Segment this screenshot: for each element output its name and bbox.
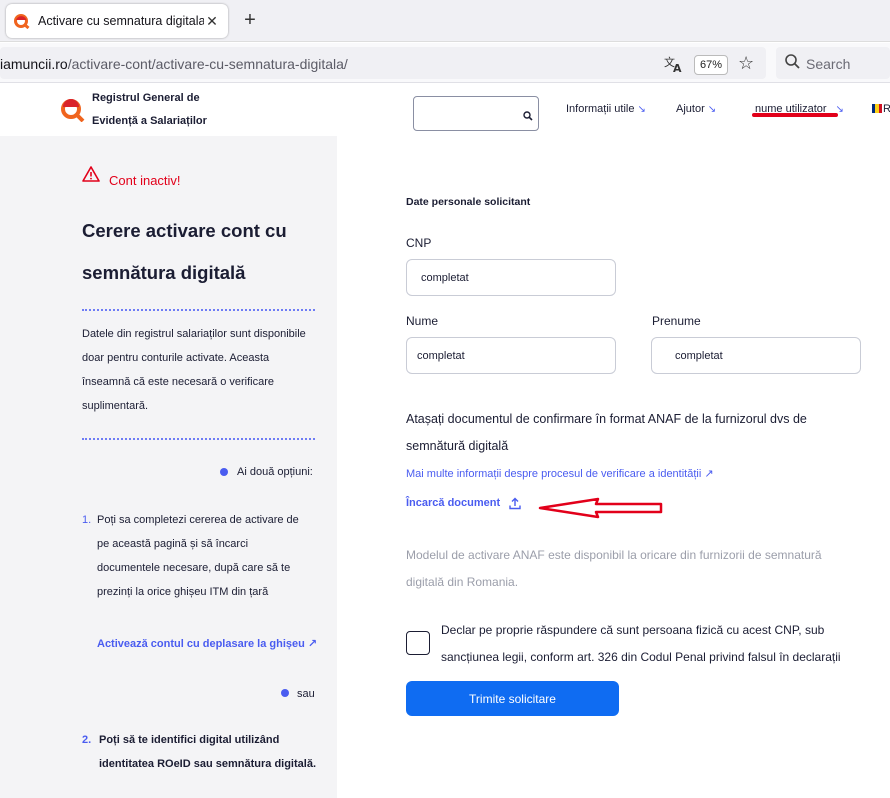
address-text: iamuncii.ro/activare-cont/activare-cu-se… xyxy=(0,56,348,72)
browser-toolbar: iamuncii.ro/activare-cont/activare-cu-se… xyxy=(0,43,890,83)
option-number: 2. xyxy=(82,734,92,746)
prenume-input[interactable] xyxy=(651,337,861,374)
svg-text:A: A xyxy=(673,62,682,73)
arrow-up-right-icon: ↗ xyxy=(704,468,714,480)
language-label[interactable]: R xyxy=(883,103,890,115)
search-placeholder: Search xyxy=(806,56,851,72)
nav-ajutor[interactable]: Ajutor ↘ xyxy=(676,103,716,115)
warning-icon xyxy=(82,166,100,182)
url-path: /activare-cont/activare-cu-semnatura-dig… xyxy=(67,56,348,72)
option2-text: Poți să te identifici digital utilizând … xyxy=(99,728,324,776)
option1-text: Poți sa completezi cererea de activare d… xyxy=(97,508,322,604)
verification-info-link[interactable]: Mai multe informații despre procesul de … xyxy=(406,467,714,480)
browser-tab[interactable]: Activare cu semnatura digitala ✕ xyxy=(6,4,228,38)
brand-name-line2: Evidență a Salariaților xyxy=(92,115,207,127)
declaration-text: Declar pe proprie răspundere că sunt per… xyxy=(441,623,841,664)
browser-tab-bar: Activare cu semnatura digitala ✕ + xyxy=(0,0,890,42)
page-title-line2: semnătura digitală xyxy=(82,262,246,283)
or-label: sau xyxy=(297,688,315,700)
intro-text: Datele din registrul salariaților sunt d… xyxy=(82,322,322,418)
address-bar[interactable]: iamuncii.ro/activare-cont/activare-cu-se… xyxy=(0,47,766,79)
cnp-input[interactable] xyxy=(406,259,616,296)
nav-label: Ajutor xyxy=(676,103,705,115)
dotted-divider xyxy=(82,438,315,440)
search-icon xyxy=(784,53,802,71)
site-header: Registrul General de Evidență a Salariaț… xyxy=(0,84,890,136)
intro-line: doar pentru conturile activate. Aceasta xyxy=(82,352,270,364)
nav-informatii-utile[interactable]: Informații utile ↘ xyxy=(566,103,646,115)
option-line: Poți să te identifici digital utilizând xyxy=(99,734,280,746)
link-label: Activează contul cu deplasare la ghișeu xyxy=(97,638,305,650)
zoom-level-button[interactable]: 67% xyxy=(694,55,728,75)
declaration-checkbox[interactable] xyxy=(406,631,430,655)
upload-document-button[interactable]: Încarcă document xyxy=(406,497,500,509)
option-line: prezinți la orice ghișeu ITM din țară xyxy=(97,586,269,598)
cnp-label: CNP xyxy=(406,236,432,250)
option-line: Poți sa completezi cererea de activare d… xyxy=(97,514,299,526)
intro-line: Datele din registrul salariaților sunt d… xyxy=(82,328,306,340)
nume-input[interactable] xyxy=(406,337,616,374)
bullet-dot-icon xyxy=(220,468,228,476)
upload-icon[interactable] xyxy=(509,497,521,510)
tab-close-icon[interactable]: ✕ xyxy=(204,13,220,30)
red-underline-annotation xyxy=(752,113,838,117)
option-line: pe această pagină și să încarci xyxy=(97,538,249,550)
account-status: Cont inactiv! xyxy=(109,173,181,188)
intro-line: suplimentară. xyxy=(82,400,149,412)
arrow-down-right-icon: ↘ xyxy=(637,104,646,115)
anaf-model-note: Modelul de activare ANAF este disponibil… xyxy=(406,548,822,589)
url-host: iamuncii.ro xyxy=(0,56,68,72)
page-title-line1: Cerere activare cont cu xyxy=(82,220,287,241)
submit-request-button[interactable]: Trimite solicitare xyxy=(406,681,619,716)
site-logo-icon[interactable] xyxy=(60,96,86,123)
arrow-down-right-icon: ↘ xyxy=(707,104,717,115)
bullet-dot-icon xyxy=(281,689,289,697)
nume-label: Nume xyxy=(406,314,439,328)
option-line: documentele necesare, după care să te xyxy=(97,562,291,574)
form-section-title: Date personale solicitant xyxy=(406,196,531,208)
nav-label: Informații utile xyxy=(566,103,635,115)
link-label: Mai multe informații despre procesul de … xyxy=(406,468,702,480)
intro-line: înseamnă că este necesară o verificare xyxy=(82,376,274,388)
red-arrow-annotation xyxy=(538,496,664,520)
activate-in-person-link[interactable]: Activează contul cu deplasare la ghișeu … xyxy=(97,637,317,650)
prenume-label: Prenume xyxy=(652,314,701,328)
option-number: 1. xyxy=(82,514,92,526)
bookmark-star-icon[interactable]: ☆ xyxy=(738,53,754,74)
brand-name-line1: Registrul General de xyxy=(92,92,200,104)
attach-instructions: Atașați documentul de confirmare în form… xyxy=(406,412,807,453)
info-sidebar: Cont inactiv! Cerere activare cont cu se… xyxy=(0,136,337,798)
search-icon xyxy=(523,108,533,121)
site-favicon-icon xyxy=(14,13,30,30)
browser-search-field[interactable]: Search xyxy=(776,47,890,79)
romania-flag-icon[interactable] xyxy=(872,104,882,113)
site-search-input[interactable] xyxy=(413,96,539,131)
translate-icon[interactable]: 文 A xyxy=(664,55,684,75)
new-tab-button[interactable]: + xyxy=(240,9,260,31)
option-line: identitatea ROeID sau semnătura digitală… xyxy=(99,758,317,770)
dotted-divider xyxy=(82,309,315,311)
arrow-up-right-icon: ↗ xyxy=(307,638,318,650)
tab-title: Activare cu semnatura digitala xyxy=(38,14,204,28)
options-label: Ai două opțiuni: xyxy=(237,466,313,478)
